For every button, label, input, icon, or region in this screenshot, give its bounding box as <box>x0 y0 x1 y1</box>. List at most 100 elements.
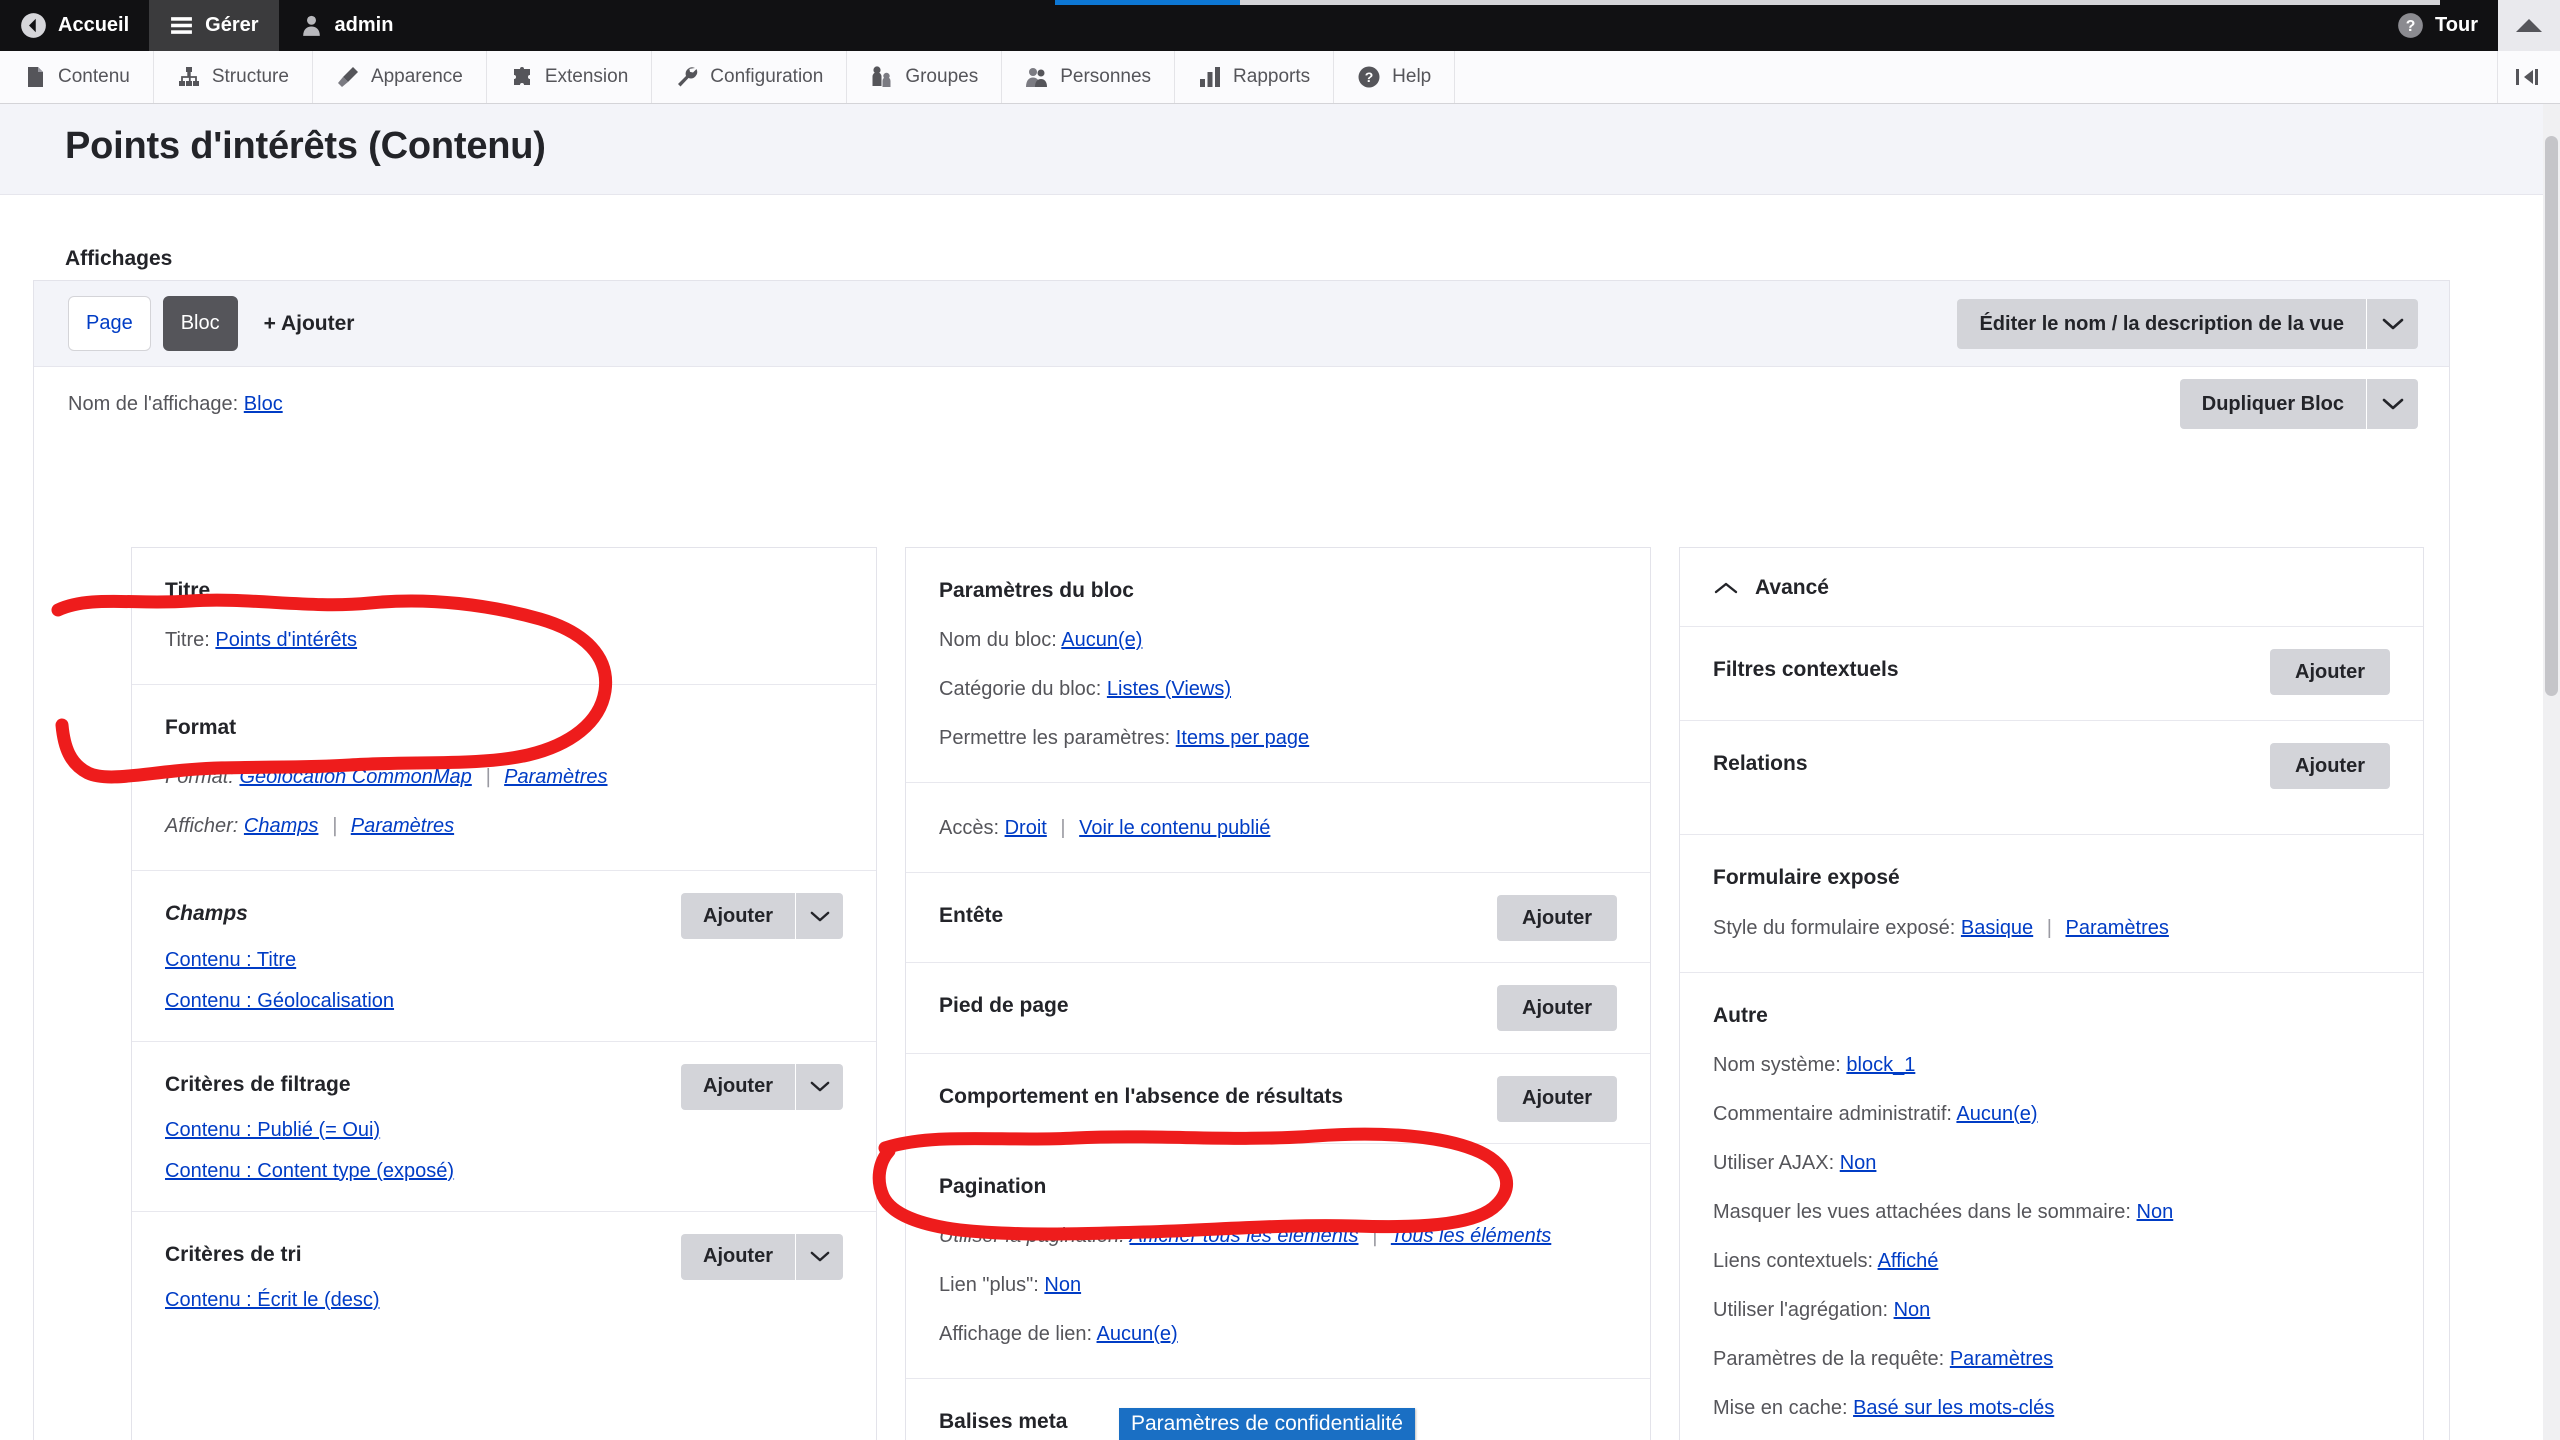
wrench-icon <box>675 65 699 89</box>
display-tab-page[interactable]: Page <box>68 296 151 351</box>
main-canvas: Affichages Page Bloc + Ajouter Éditer le… <box>0 195 2560 1440</box>
filtres-contextuels-add-button[interactable]: Ajouter <box>2270 649 2390 695</box>
tri-add-dropdown-toggle[interactable] <box>795 1233 843 1280</box>
duplicate-display-button-group[interactable]: Dupliquer Bloc <box>2179 379 2418 429</box>
add-display-button[interactable]: + Ajouter <box>264 312 355 336</box>
tri-add-split[interactable]: Ajouter <box>681 1233 843 1280</box>
filtres-contextuels-add-wrap[interactable]: Ajouter <box>2270 649 2390 695</box>
menu-item-configuration[interactable]: Configuration <box>652 51 848 103</box>
champs-add-dropdown-toggle[interactable] <box>795 893 843 940</box>
autre-row-nom-systeme: Nom système: block_1 <box>1713 1050 2390 1081</box>
menu-item-extension[interactable]: Extension <box>487 51 653 103</box>
display-name-value[interactable]: Bloc <box>244 393 283 415</box>
tri-item[interactable]: Contenu : Écrit le (desc) <box>165 1289 843 1312</box>
affichage-lien-row: Affichage de lien: Aucun(e) <box>939 1319 1617 1350</box>
champs-add-split[interactable]: Ajouter <box>681 893 843 940</box>
chevron-down-icon <box>810 910 830 923</box>
format-style-link[interactable]: Geolocation CommonMap <box>239 766 471 788</box>
row-value[interactable]: Aucun(e) <box>1956 1103 2037 1125</box>
toolbar-tour-button[interactable]: ? Tour <box>2377 0 2498 51</box>
section-criteres-tri: Critères de tri Ajouter Contenu: Écrit … <box>132 1212 876 1340</box>
row-value[interactable]: Paramètres <box>1950 1348 2053 1370</box>
format-row: Format: Geolocation CommonMap | Paramètr… <box>165 762 843 793</box>
menu-item-structure[interactable]: Structure <box>154 51 313 103</box>
row-value[interactable]: Non <box>1894 1299 1931 1321</box>
relations-add-button[interactable]: Ajouter <box>2270 743 2390 790</box>
pied-de-page-add-button[interactable]: Ajouter <box>1497 985 1617 1032</box>
affichage-lien-value[interactable]: Aucun(e) <box>1097 1323 1178 1345</box>
page-scrollbar[interactable] <box>2543 104 2560 1440</box>
toolbar-user-button[interactable]: admin <box>279 0 414 51</box>
toolbar-home-button[interactable]: Accueil <box>0 0 149 51</box>
menu-item-help[interactable]: ? Help <box>1334 51 1456 103</box>
tri-add-button-group[interactable]: Ajouter <box>681 1233 843 1280</box>
chevron-down-icon <box>2382 397 2404 411</box>
champs-add-button[interactable]: Ajouter <box>681 893 795 940</box>
menu-item-rapports[interactable]: Rapports <box>1175 51 1335 103</box>
absence-add-button-wrap[interactable]: Ajouter <box>1497 1075 1617 1122</box>
admin-menu-bar: Contenu Structure Apparence Extension Co… <box>0 51 2560 104</box>
filtres-add-button[interactable]: Ajouter <box>681 1063 795 1110</box>
row-value[interactable]: Basé sur les mots-clés <box>1853 1397 2054 1419</box>
permettre-parametres-value[interactable]: Items per page <box>1176 727 1309 749</box>
section-acces: Accès: Droit | Voir le contenu publié <box>906 783 1650 874</box>
edit-view-name-button-group[interactable]: Éditer le nom / la description de la vue <box>1957 299 2418 349</box>
edit-view-name-dropdown-toggle[interactable] <box>2366 299 2418 349</box>
row-value[interactable]: block_1 <box>1846 1054 1915 1076</box>
back-circle-icon <box>20 12 47 39</box>
menu-item-personnes[interactable]: Personnes <box>1002 51 1176 103</box>
filtres-add-dropdown-toggle[interactable] <box>795 1063 843 1110</box>
duplicate-display-button[interactable]: Dupliquer Bloc <box>2179 379 2366 429</box>
entete-add-button-wrap[interactable]: Ajouter <box>1497 895 1617 942</box>
display-tab-bloc[interactable]: Bloc <box>162 296 238 351</box>
format-settings-link[interactable]: Paramètres <box>504 766 607 788</box>
toolbar-manage-button[interactable]: Gérer <box>149 0 279 51</box>
section-titre: Titre Titre: Points d'intérêts <box>132 548 876 686</box>
categorie-bloc-value[interactable]: Listes (Views) <box>1107 678 1231 700</box>
champs-item[interactable]: Contenu : Titre <box>165 949 843 972</box>
pagination-type-link[interactable]: Afficher tous les éléments <box>1129 1225 1358 1247</box>
absence-resultats-add-button[interactable]: Ajouter <box>1497 1075 1617 1122</box>
duplicate-display-dropdown-toggle[interactable] <box>2366 379 2418 429</box>
tri-add-button[interactable]: Ajouter <box>681 1233 795 1280</box>
lien-plus-value[interactable]: Non <box>1044 1274 1081 1296</box>
champs-item[interactable]: Contenu : Géolocalisation <box>165 990 843 1013</box>
nom-bloc-value[interactable]: Aucun(e) <box>1061 629 1142 651</box>
titre-value-link[interactable]: Points d'intérêts <box>215 629 357 651</box>
style-formulaire-value[interactable]: Basique <box>1961 917 2033 939</box>
filtres-add-button-group[interactable]: Ajouter <box>681 1063 843 1110</box>
entete-add-button[interactable]: Ajouter <box>1497 895 1617 942</box>
filtre-item[interactable]: Contenu : Content type (exposé) <box>165 1160 843 1183</box>
pied-add-button-wrap[interactable]: Ajouter <box>1497 985 1617 1032</box>
scrollbar-thumb[interactable] <box>2545 136 2558 696</box>
style-formulaire-settings[interactable]: Paramètres <box>2066 917 2169 939</box>
row-value[interactable]: Affiché <box>1878 1250 1939 1272</box>
toolbar-collapse-button[interactable] <box>2498 0 2560 51</box>
menu-item-label: Groupes <box>905 66 979 87</box>
advanced-label: Avancé <box>1755 576 1829 599</box>
acces-type-link[interactable]: Droit <box>1005 817 1047 839</box>
menu-item-apparence[interactable]: Apparence <box>313 51 487 103</box>
champs-add-button-group[interactable]: Ajouter <box>681 893 843 940</box>
relations-add-wrap[interactable]: Ajouter <box>2270 743 2390 790</box>
filtre-item[interactable]: Contenu : Publié (= Oui) <box>165 1119 843 1142</box>
advanced-toggle[interactable]: Avancé <box>1680 548 2423 627</box>
permettre-parametres-row: Permettre les paramètres: Items per page <box>939 723 1617 754</box>
filtres-add-split[interactable]: Ajouter <box>681 1063 843 1110</box>
row-value[interactable]: Non <box>1840 1152 1877 1174</box>
menu-collapse-button[interactable] <box>2498 51 2560 103</box>
section-relations: Relations Ajouter <box>1680 721 2423 836</box>
row-value[interactable]: Non <box>2137 1201 2174 1223</box>
menu-item-groupes[interactable]: Groupes <box>847 51 1003 103</box>
afficher-settings-link[interactable]: Paramètres <box>351 815 454 837</box>
pagination-count-link[interactable]: Tous les éléments <box>1391 1225 1551 1247</box>
autre-row-agregation: Utiliser l'agrégation: Non <box>1713 1295 2390 1326</box>
afficher-type-link[interactable]: Champs <box>244 815 318 837</box>
afficher-label: Afficher: <box>165 815 239 838</box>
privacy-settings-tooltip[interactable]: Paramètres de confidentialité <box>1119 1408 1415 1440</box>
section-pied-de-page: Pied de page Ajouter <box>906 963 1650 1054</box>
acces-permission-link[interactable]: Voir le contenu publié <box>1079 817 1270 839</box>
edit-view-name-button[interactable]: Éditer le nom / la description de la vue <box>1957 299 2366 349</box>
menu-item-contenu[interactable]: Contenu <box>0 51 154 103</box>
separator: | <box>1060 817 1066 840</box>
